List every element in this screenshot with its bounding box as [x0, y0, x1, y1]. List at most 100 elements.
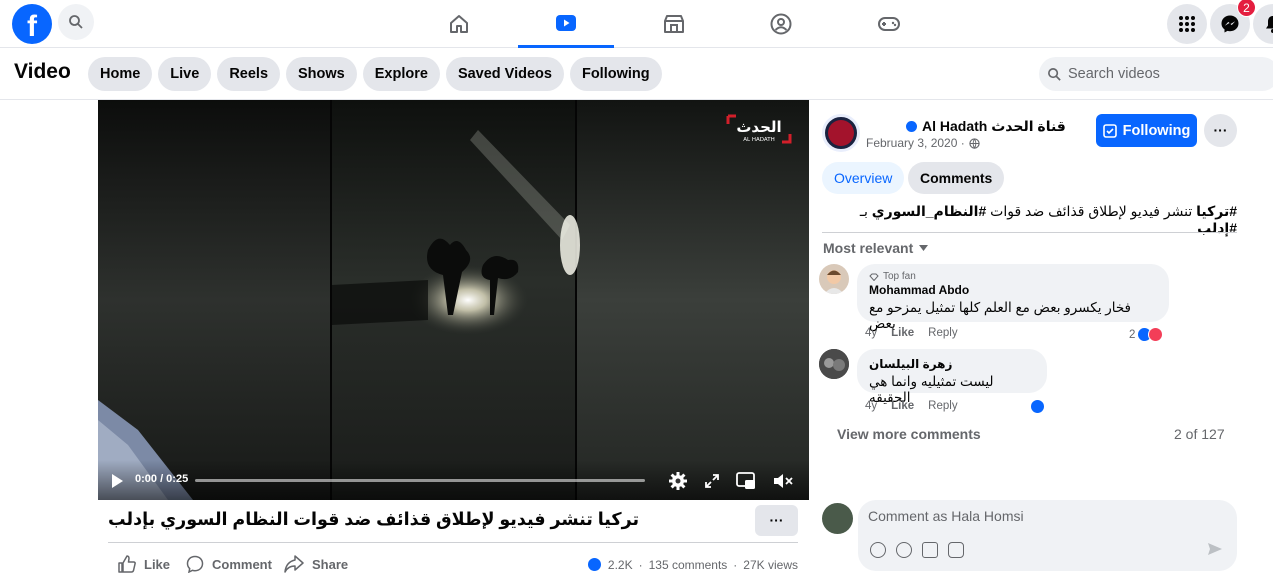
- comment-reactions[interactable]: 2: [1129, 327, 1164, 342]
- gif-icon[interactable]: [922, 542, 938, 558]
- caption-text: تنشر فيديو لإطلاق قذائف ضد قوات: [986, 203, 1197, 219]
- chip-following[interactable]: Following: [569, 57, 662, 91]
- player-controls: 0:00 / 0:25: [98, 460, 809, 500]
- picture-in-picture-icon: [736, 472, 755, 489]
- hashtag-link[interactable]: #تركيا: [1196, 203, 1237, 219]
- comment-button[interactable]: Comment: [186, 555, 272, 573]
- facebook-logo[interactable]: f: [12, 4, 52, 44]
- chip-reels[interactable]: Reels: [217, 57, 281, 91]
- comment-bubble: زهرة البيلسان ليست تمثيليه وانما هي الحق…: [857, 349, 1047, 405]
- tab-comments[interactable]: Comments: [908, 162, 1005, 194]
- comment-age[interactable]: 4y: [865, 400, 877, 412]
- hashtag-link[interactable]: #النظام_السوري: [872, 203, 986, 219]
- fullscreen-button[interactable]: [701, 470, 723, 492]
- comment-input[interactable]: [868, 508, 1198, 524]
- video-stats: 2.2K · 135 comments · 27K views: [586, 557, 798, 572]
- chip-saved-videos[interactable]: Saved Videos: [445, 57, 564, 91]
- like-button[interactable]: Like: [118, 555, 170, 573]
- chip-explore[interactable]: Explore: [362, 57, 440, 91]
- video-player[interactable]: الحدث AL HADATH 0:00 / 0:25: [98, 100, 809, 500]
- chip-shows[interactable]: Shows: [286, 57, 357, 91]
- sort-label: Most relevant: [823, 240, 914, 256]
- current-user-avatar[interactable]: [822, 503, 853, 534]
- comment-composer[interactable]: [858, 500, 1237, 571]
- caret-down-icon: [919, 245, 929, 251]
- separator-dot: ·: [638, 557, 643, 572]
- comment-age[interactable]: 4y: [865, 327, 877, 339]
- comment-icon: [186, 555, 204, 573]
- page-avatar[interactable]: [822, 114, 860, 152]
- post-date-text: February 3, 2020 ·: [866, 136, 965, 150]
- video-icon: [556, 14, 576, 31]
- following-label: Following: [1122, 122, 1191, 139]
- video-nav-chips: Home Live Reels Shows Explore Saved Vide…: [88, 57, 662, 91]
- caption-text: بـ: [859, 203, 872, 219]
- like-reaction-icon: [586, 557, 602, 572]
- avatar-image: [819, 349, 849, 379]
- sticker-icon[interactable]: [948, 542, 964, 558]
- time-display: 0:00 / 0:25: [135, 473, 189, 485]
- nav-groups-tab[interactable]: [733, 0, 829, 48]
- svg-text:الحدث: الحدث: [736, 118, 781, 136]
- view-more-comments-link[interactable]: View more comments: [837, 426, 981, 442]
- sort-comments-dropdown[interactable]: Most relevant: [823, 240, 929, 256]
- menu-button[interactable]: [1167, 4, 1207, 44]
- comments-count: 2 of 127: [1174, 426, 1225, 442]
- play-button[interactable]: [106, 470, 128, 492]
- divider: [108, 542, 798, 543]
- notifications-icon: [1266, 16, 1273, 33]
- commenter-avatar[interactable]: [819, 349, 849, 379]
- video-title: تركيا تنشر فيديو لإطلاق قذائف ضد قوات ال…: [108, 509, 640, 529]
- video-search-box[interactable]: [1039, 57, 1273, 91]
- reaction-count[interactable]: 2.2K: [608, 558, 633, 572]
- share-button[interactable]: Share: [284, 555, 348, 573]
- follow-check-icon: [1102, 123, 1117, 138]
- diamond-icon: [869, 273, 879, 281]
- page-name[interactable]: Al Hadath قناة الحدث: [922, 118, 1066, 135]
- comment-reactions[interactable]: [1030, 399, 1045, 414]
- nav-marketplace-tab[interactable]: [626, 0, 722, 48]
- video-more-button[interactable]: ···: [755, 505, 798, 536]
- expand-icon: [705, 474, 719, 488]
- avatar-sticker-icon[interactable]: [870, 542, 886, 558]
- search-button[interactable]: [58, 4, 94, 40]
- post-options-button[interactable]: ···: [1204, 114, 1237, 147]
- post-date[interactable]: February 3, 2020 ·: [866, 136, 980, 150]
- progress-bar[interactable]: [195, 479, 645, 482]
- settings-button[interactable]: [667, 470, 689, 492]
- separator-dot: ·: [733, 557, 738, 572]
- comment-reply-button[interactable]: Reply: [928, 400, 957, 412]
- nav-home-tab[interactable]: [411, 0, 507, 48]
- comment-count[interactable]: 135 comments: [649, 558, 728, 572]
- video-frame: [98, 100, 809, 500]
- video-search-input[interactable]: [1068, 66, 1248, 82]
- reaction-count: 2: [1129, 328, 1136, 341]
- view-count: 27K views: [743, 557, 798, 572]
- comment-reply-button[interactable]: Reply: [928, 327, 957, 339]
- groups-icon: [770, 13, 792, 35]
- composer-tools: [870, 542, 964, 558]
- commenter-name[interactable]: Mohammad Abdo: [869, 283, 1157, 297]
- following-button[interactable]: Following: [1096, 114, 1197, 147]
- comment-like-button[interactable]: Like: [891, 327, 914, 339]
- commenter-name[interactable]: زهرة البيلسان: [869, 357, 1035, 371]
- nav-gaming-tab[interactable]: [841, 0, 937, 48]
- chip-home[interactable]: Home: [88, 57, 153, 91]
- nav-video-tab[interactable]: [518, 0, 614, 48]
- comment-like-button[interactable]: Like: [891, 400, 914, 412]
- mute-button[interactable]: [772, 470, 794, 492]
- emoji-icon[interactable]: [896, 542, 912, 558]
- send-button[interactable]: [1207, 542, 1223, 561]
- notifications-button[interactable]: [1253, 4, 1273, 44]
- comment-bubble: Top fan Mohammad Abdo فخار يكسرو بعض مع …: [857, 264, 1169, 331]
- tab-overview[interactable]: Overview: [822, 162, 905, 194]
- messenger-button[interactable]: 2: [1210, 0, 1256, 44]
- messenger-icon: [1221, 15, 1239, 33]
- thumbs-up-icon: [118, 555, 136, 573]
- commenter-avatar[interactable]: [819, 264, 849, 294]
- page-name-row[interactable]: Al Hadath قناة الحدث: [906, 118, 1066, 135]
- hashtag-link[interactable]: #إدلب: [1197, 220, 1237, 236]
- gear-icon: [669, 472, 687, 490]
- miniplayer-button[interactable]: [735, 470, 757, 492]
- chip-live[interactable]: Live: [158, 57, 212, 91]
